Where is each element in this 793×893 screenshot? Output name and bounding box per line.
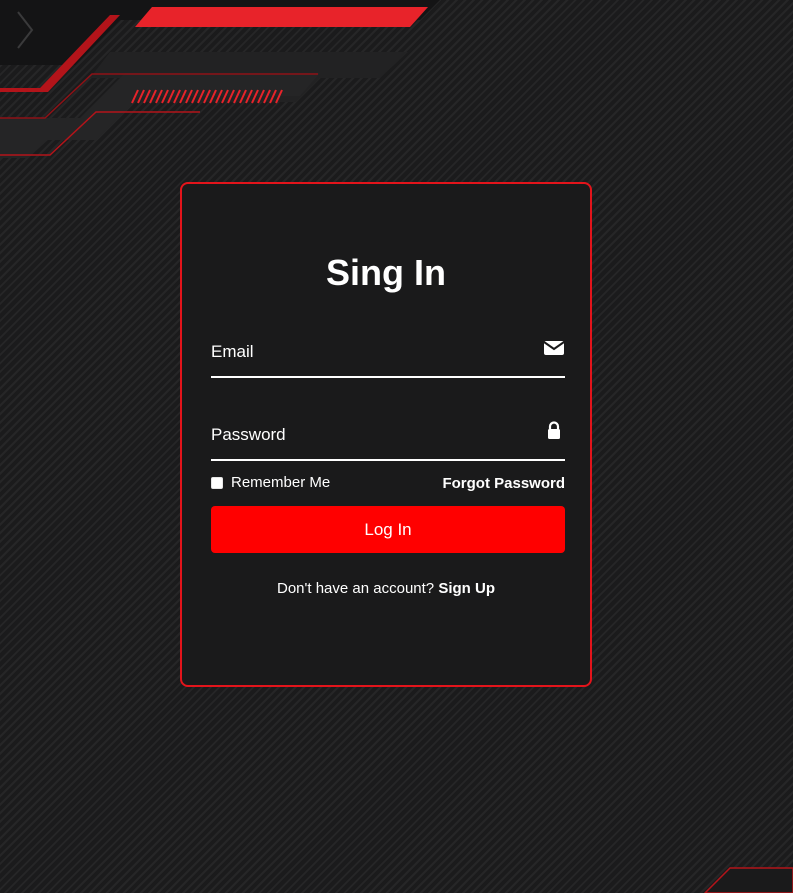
page-title: Sing In (326, 252, 446, 293)
signup-prompt: Don't have an account? Sign Up (182, 580, 590, 597)
login-button[interactable]: Log In (211, 506, 565, 553)
deco-dark-band (0, 0, 440, 65)
form-options-row: Remember Me Forgot Password (211, 474, 565, 494)
password-input[interactable] (211, 415, 531, 455)
password-field-group (211, 415, 565, 461)
signin-card: Sing In Remember Me Forgot Password Log … (180, 182, 592, 687)
envelope-icon (543, 341, 565, 355)
remember-me-checkbox[interactable] (211, 476, 223, 489)
deco-dark-panel-2 (0, 73, 320, 158)
email-input[interactable] (211, 332, 531, 372)
remember-me-label: Remember Me (231, 474, 331, 491)
deco-red-line (0, 111, 200, 156)
deco-dark-panel (90, 52, 408, 102)
signup-prompt-text: Don't have an account? (277, 580, 435, 597)
deco-stripes (131, 89, 283, 104)
remember-me[interactable]: Remember Me (211, 474, 330, 491)
email-field-group (211, 332, 565, 378)
deco-chevron (17, 11, 34, 49)
signup-link[interactable]: Sign Up (438, 580, 495, 597)
lock-icon (548, 421, 560, 439)
forgot-password-link[interactable]: Forgot Password (442, 475, 565, 492)
deco-red-line-2 (0, 73, 318, 119)
deco-outline-1 (0, 15, 120, 92)
deco-corner-bottom-right (703, 867, 793, 893)
deco-red-bar (135, 7, 428, 27)
